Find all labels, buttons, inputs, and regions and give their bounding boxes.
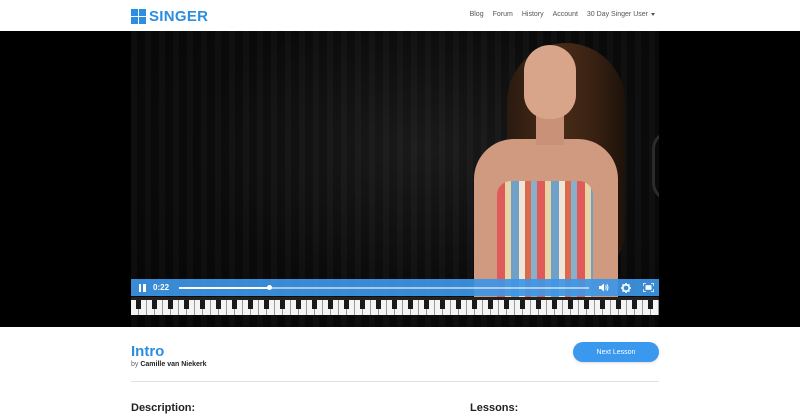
volume-button[interactable] — [593, 279, 615, 296]
pause-button[interactable] — [131, 279, 153, 296]
current-time: 0:22 — [153, 283, 170, 292]
pause-icon — [138, 283, 146, 292]
player-controls: 0:22 — [131, 279, 659, 296]
lessons-heading: Lessons: — [470, 402, 519, 414]
fullscreen-icon — [642, 283, 654, 292]
user-menu-label: 30 Day Singer User — [586, 11, 648, 18]
progress-handle[interactable] — [267, 284, 273, 290]
lesson-byline: by Camille van Niekerk — [131, 361, 207, 368]
caret-down-icon — [651, 13, 655, 16]
next-lesson-button[interactable]: Next Lesson — [573, 342, 659, 362]
section-divider — [131, 381, 659, 382]
settings-icon — [621, 282, 631, 293]
nav-history[interactable]: History — [522, 11, 544, 18]
lesson-title: Intro — [131, 343, 165, 360]
lesson-author: Camille van Niekerk — [140, 361, 207, 368]
progress-bar[interactable] — [179, 284, 589, 290]
top-header: SINGER Blog Forum History Account 30 Day… — [0, 0, 800, 31]
nav-account[interactable]: Account — [553, 11, 578, 18]
logo-text: SINGER — [149, 8, 209, 25]
user-menu[interactable]: 30 Day Singer User — [587, 11, 655, 18]
video-figure-face — [524, 45, 576, 119]
nav-blog[interactable]: Blog — [470, 11, 484, 18]
fullscreen-button[interactable] — [637, 279, 659, 296]
volume-icon — [599, 283, 609, 292]
logo-mark-icon — [131, 9, 146, 24]
video-mic-mount — [652, 131, 659, 201]
progress-fill — [179, 286, 270, 289]
video-keyboard — [131, 297, 659, 315]
settings-button[interactable] — [615, 279, 637, 296]
main-nav: Blog Forum History Account 30 Day Singer… — [470, 11, 655, 18]
page: SINGER Blog Forum History Account 30 Day… — [0, 0, 800, 417]
byline-prefix: by — [131, 361, 139, 368]
nav-forum[interactable]: Forum — [493, 11, 513, 18]
logo[interactable]: SINGER — [131, 8, 208, 25]
description-heading: Description: — [131, 402, 196, 414]
